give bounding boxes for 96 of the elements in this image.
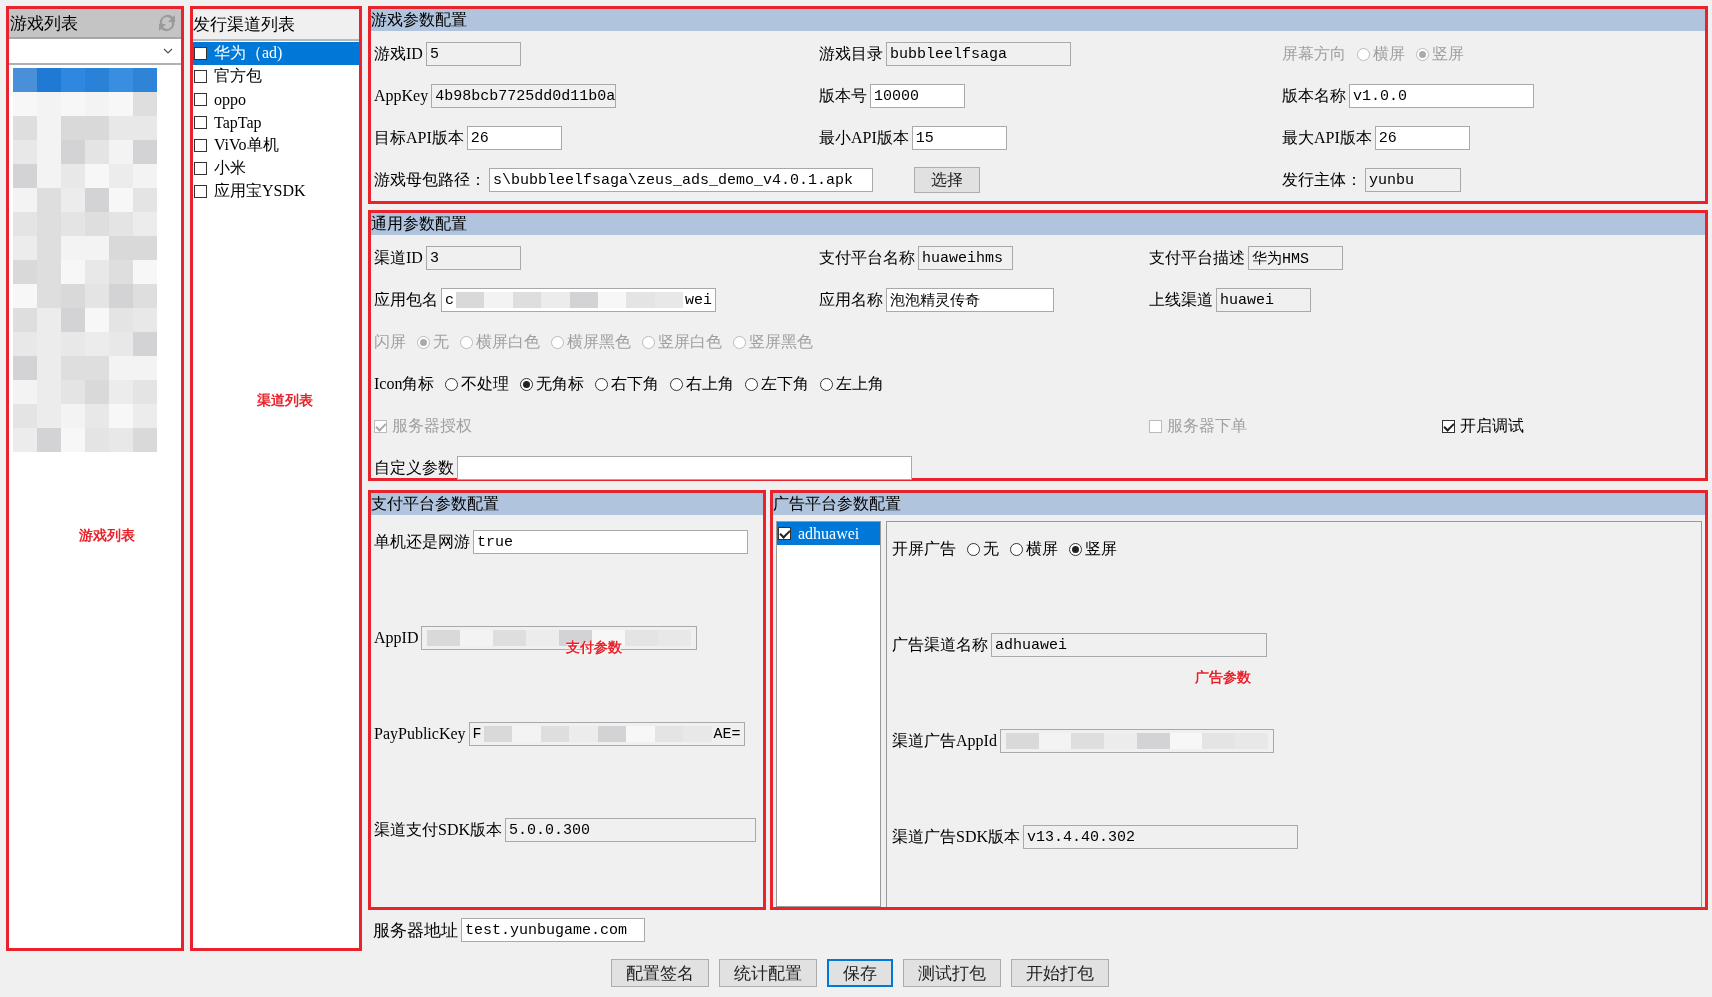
input-field[interactable]: 5 <box>425 42 521 66</box>
field-label: AppID <box>374 629 419 647</box>
field-label: 游戏ID <box>374 43 423 64</box>
annotation-label: 广告参数 <box>1195 669 1251 687</box>
annotation-label: 渠道列表 <box>257 392 313 410</box>
action-button[interactable]: 保存 <box>827 959 893 987</box>
checkbox-icon[interactable] <box>194 70 207 83</box>
field-label: 支付平台名称 <box>819 247 915 268</box>
annotation-label: 支付参数 <box>566 639 622 657</box>
input-field[interactable]: test.yunbugame.com <box>461 918 645 942</box>
field-label: 应用名称 <box>819 289 883 310</box>
input-field[interactable]: c wei <box>441 288 716 312</box>
section-header: 通用参数配置 <box>371 213 1705 235</box>
field-label: 上线渠道 <box>1149 289 1213 310</box>
chevron-down-icon <box>163 48 173 54</box>
radio-group-label: 闪屏 <box>374 331 406 352</box>
annotation-label: 游戏列表 <box>79 527 135 545</box>
radio-button[interactable]: 无 <box>967 538 999 560</box>
field-label: 最大API版本 <box>1282 127 1372 148</box>
field-label: 目标API版本 <box>374 127 464 148</box>
radio-group-label: 开屏广告 <box>892 538 956 559</box>
field-label: 版本号 <box>819 85 867 106</box>
input-field[interactable] <box>999 729 1274 753</box>
channel-list-item[interactable]: 华为（ad) <box>193 42 359 65</box>
channel-list-item[interactable]: 应用宝YSDK <box>193 180 359 203</box>
panel-title: 游戏列表 <box>9 12 78 35</box>
checkbox-icon[interactable] <box>194 93 207 106</box>
checkbox[interactable]: 开启调试 <box>1442 415 1524 437</box>
field-label: 发行主体： <box>1282 169 1362 190</box>
input-field[interactable]: yunbu <box>1365 168 1461 192</box>
field-label: 支付平台描述 <box>1149 247 1245 268</box>
input-field[interactable]: 10000 <box>870 84 965 108</box>
input-field[interactable]: 26 <box>1374 126 1470 150</box>
panel-title: 发行渠道列表 <box>193 9 359 41</box>
field-label: AppKey <box>374 87 429 105</box>
action-button[interactable]: 统计配置 <box>719 959 817 987</box>
channel-list-item[interactable]: TapTap <box>193 111 359 134</box>
input-field[interactable]: 5.0.0.300 <box>505 818 756 842</box>
radio-button[interactable]: 右下角 <box>595 373 660 395</box>
radio-button[interactable]: 左下角 <box>745 373 810 395</box>
input-field[interactable]: F AE= <box>468 722 745 746</box>
input-field[interactable]: 26 <box>466 126 562 150</box>
input-field[interactable]: v13.4.40.302 <box>1023 825 1298 849</box>
checkbox-icon[interactable] <box>194 139 207 152</box>
checkbox-icon[interactable] <box>194 185 207 198</box>
field-label: 单机还是网游 <box>374 531 470 552</box>
field-label: 版本名称 <box>1282 85 1346 106</box>
choose-button[interactable]: 选择 <box>914 167 980 193</box>
radio-button[interactable]: 左上角 <box>820 373 885 395</box>
action-button[interactable]: 配置签名 <box>611 959 709 987</box>
radio-button[interactable]: 右上角 <box>670 373 735 395</box>
field-label: 渠道ID <box>374 247 423 268</box>
field-label: 游戏目录 <box>819 43 883 64</box>
radio-button[interactable]: 竖屏 <box>1069 538 1117 560</box>
action-button[interactable]: 开始打包 <box>1011 959 1109 987</box>
input-field[interactable] <box>457 456 912 480</box>
input-field[interactable]: true <box>473 530 748 554</box>
checkbox-icon[interactable] <box>194 162 207 175</box>
field-label: 服务器地址 <box>373 919 458 942</box>
checkbox-icon[interactable] <box>778 527 791 540</box>
checkbox-icon[interactable] <box>194 47 207 60</box>
input-field[interactable]: huaweihms <box>918 246 1013 270</box>
field-label: 游戏母包路径： <box>374 169 486 190</box>
checkbox-icon[interactable] <box>194 116 207 129</box>
channel-list-item[interactable]: ViVo单机 <box>193 134 359 157</box>
field-label: PayPublicKey <box>374 725 466 743</box>
radio-group-label: 屏幕方向 <box>1282 43 1346 64</box>
input-field[interactable]: v1.0.0 <box>1349 84 1534 108</box>
channel-list-item[interactable]: 小米 <box>193 157 359 180</box>
field-label: 广告渠道名称 <box>892 634 988 655</box>
input-field[interactable]: 3 <box>425 246 521 270</box>
action-button[interactable]: 测试打包 <box>903 959 1001 987</box>
input-field[interactable]: 华为HMS <box>1248 246 1343 270</box>
section-header: 游戏参数配置 <box>371 9 1705 31</box>
field-label: 应用包名 <box>374 289 438 310</box>
input-field[interactable]: 泡泡精灵传奇 <box>886 288 1054 312</box>
field-label: 最小API版本 <box>819 127 909 148</box>
channel-list-item[interactable]: 官方包 <box>193 65 359 88</box>
section-header: 支付平台参数配置 <box>371 493 763 515</box>
radio-button[interactable]: 横屏 <box>1010 538 1058 560</box>
input-field[interactable]: s\bubbleelfsaga\zeus_ads_demo_v4.0.1.apk <box>489 168 873 192</box>
input-field[interactable]: 4b98bcb7725dd0d11b0a <box>431 84 617 108</box>
input-field[interactable]: bubbleelfsaga <box>886 42 1071 66</box>
field-label: 渠道广告AppId <box>892 730 997 752</box>
radio-button[interactable]: 无角标 <box>520 373 585 395</box>
ad-platform-item[interactable]: adhuawei <box>777 522 880 545</box>
channel-list-item[interactable]: oppo <box>193 88 359 111</box>
field-label: 渠道广告SDK版本 <box>892 826 1020 847</box>
input-field[interactable]: 15 <box>911 126 1007 150</box>
field-label: 自定义参数 <box>374 457 454 478</box>
radio-group-label: Icon角标 <box>374 373 435 394</box>
field-label: 渠道支付SDK版本 <box>374 819 502 840</box>
input-field[interactable]: huawei <box>1216 288 1311 312</box>
input-field[interactable]: adhuawei <box>991 633 1267 657</box>
section-header: 广告平台参数配置 <box>773 493 1705 515</box>
radio-button[interactable]: 不处理 <box>445 373 510 395</box>
